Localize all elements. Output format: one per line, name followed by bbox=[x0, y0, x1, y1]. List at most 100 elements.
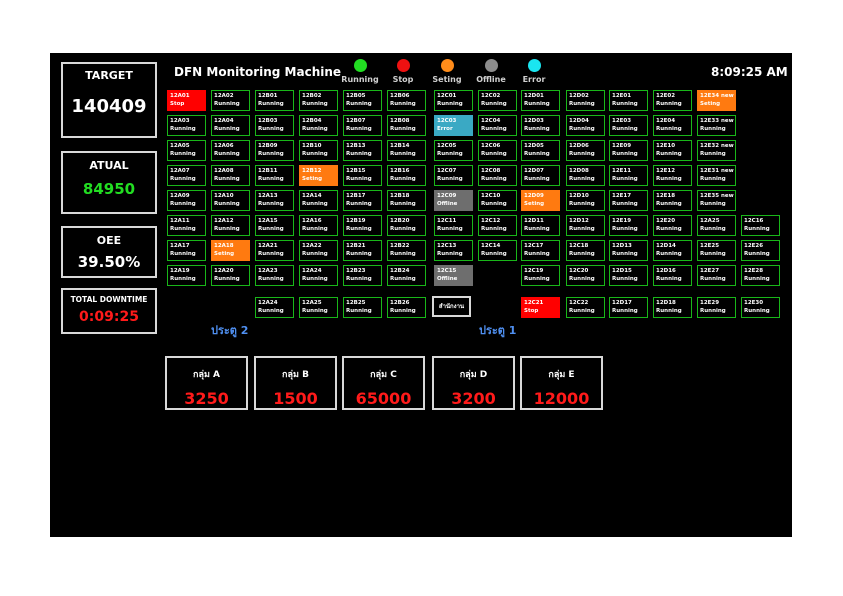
machine-cell[interactable]: 12C09 Offline bbox=[434, 190, 473, 211]
machine-cell[interactable]: 12C14 Running bbox=[478, 240, 517, 261]
machine-cell[interactable]: 12B02 Running bbox=[299, 90, 338, 111]
machine-cell[interactable]: 12C15 Offline bbox=[434, 265, 473, 286]
machine-cell[interactable]: 12B23 Running bbox=[343, 265, 382, 286]
machine-cell[interactable]: 12C19 Running bbox=[521, 265, 560, 286]
machine-cell[interactable]: 12B20 Running bbox=[387, 215, 426, 236]
machine-cell[interactable]: 12C13 Running bbox=[434, 240, 473, 261]
machine-cell[interactable]: 12B18 Running bbox=[387, 190, 426, 211]
machine-cell[interactable]: 12C04 Running bbox=[478, 115, 517, 136]
machine-cell[interactable]: 12B11 Running bbox=[255, 165, 294, 186]
machine-cell[interactable]: 12E02 Running bbox=[653, 90, 692, 111]
machine-cell[interactable]: 12E03 Running bbox=[609, 115, 648, 136]
machine-cell[interactable]: 12E20 Running bbox=[653, 215, 692, 236]
machine-cell[interactable]: 12E31 new Running bbox=[697, 165, 736, 186]
machine-cell[interactable]: 12D06 Running bbox=[566, 140, 605, 161]
machine-cell[interactable]: 12E01 Running bbox=[609, 90, 648, 111]
machine-cell[interactable]: 12E29 Running bbox=[697, 297, 736, 318]
machine-cell[interactable]: 12A06 Running bbox=[211, 140, 250, 161]
machine-cell[interactable]: 12C03 Error bbox=[434, 115, 473, 136]
machine-cell[interactable]: 12A07 Running bbox=[167, 165, 206, 186]
machine-cell[interactable]: 12B13 Running bbox=[343, 140, 382, 161]
machine-cell[interactable]: 12A12 Running bbox=[211, 215, 250, 236]
machine-cell[interactable]: 12B22 Running bbox=[387, 240, 426, 261]
machine-cell[interactable]: 12A25 Running bbox=[697, 215, 736, 236]
machine-cell[interactable]: 12B03 Running bbox=[255, 115, 294, 136]
machine-cell[interactable]: 12C10 Running bbox=[478, 190, 517, 211]
machine-cell[interactable]: 12A23 Running bbox=[255, 265, 294, 286]
machine-cell[interactable]: 12D18 Running bbox=[653, 297, 692, 318]
machine-cell[interactable]: 12E26 Running bbox=[741, 240, 780, 261]
machine-cell[interactable]: 12D16 Running bbox=[653, 265, 692, 286]
machine-cell[interactable]: 12E11 Running bbox=[609, 165, 648, 186]
machine-cell[interactable]: 12B08 Running bbox=[387, 115, 426, 136]
machine-cell[interactable]: 12B05 Running bbox=[343, 90, 382, 111]
machine-cell[interactable]: 12C07 Running bbox=[434, 165, 473, 186]
machine-cell[interactable]: 12D03 Running bbox=[521, 115, 560, 136]
machine-cell[interactable]: 12E33 new Running bbox=[697, 115, 736, 136]
machine-cell[interactable]: 12C06 Running bbox=[478, 140, 517, 161]
machine-cell[interactable]: 12C17 Running bbox=[521, 240, 560, 261]
machine-cell[interactable]: 12B15 Running bbox=[343, 165, 382, 186]
machine-cell[interactable]: 12E34 new Seting bbox=[697, 90, 736, 111]
machine-cell[interactable]: 12B19 Running bbox=[343, 215, 382, 236]
machine-cell[interactable]: 12B16 Running bbox=[387, 165, 426, 186]
machine-cell[interactable]: 12C12 Running bbox=[478, 215, 517, 236]
machine-cell[interactable]: 12C18 Running bbox=[566, 240, 605, 261]
machine-cell[interactable]: 12D15 Running bbox=[609, 265, 648, 286]
machine-cell[interactable]: 12E32 new Running bbox=[697, 140, 736, 161]
machine-cell[interactable]: 12B17 Running bbox=[343, 190, 382, 211]
machine-cell[interactable]: 12A18 Seting bbox=[211, 240, 250, 261]
machine-cell[interactable]: 12E28 Running bbox=[741, 265, 780, 286]
machine-cell[interactable]: 12A03 Running bbox=[167, 115, 206, 136]
machine-cell[interactable]: 12E35 new Running bbox=[697, 190, 736, 211]
machine-cell[interactable]: 12A15 Running bbox=[255, 215, 294, 236]
machine-cell[interactable]: 12D04 Running bbox=[566, 115, 605, 136]
machine-cell[interactable]: 12E27 Running bbox=[697, 265, 736, 286]
machine-cell[interactable]: 12B10 Running bbox=[299, 140, 338, 161]
machine-cell[interactable]: 12A09 Running bbox=[167, 190, 206, 211]
machine-cell[interactable]: 12B24 Running bbox=[387, 265, 426, 286]
machine-cell[interactable]: 12A04 Running bbox=[211, 115, 250, 136]
machine-cell[interactable]: 12C05 Running bbox=[434, 140, 473, 161]
machine-cell[interactable]: 12A24 Running bbox=[255, 297, 294, 318]
machine-cell[interactable]: 12A10 Running bbox=[211, 190, 250, 211]
machine-cell[interactable]: 12E10 Running bbox=[653, 140, 692, 161]
machine-cell[interactable]: 12D01 Running bbox=[521, 90, 560, 111]
machine-cell[interactable]: 12D10 Running bbox=[566, 190, 605, 211]
machine-cell[interactable]: 12A17 Running bbox=[167, 240, 206, 261]
machine-cell[interactable]: 12B26 Running bbox=[387, 297, 426, 318]
machine-cell[interactable]: 12E12 Running bbox=[653, 165, 692, 186]
machine-cell[interactable]: 12B04 Running bbox=[299, 115, 338, 136]
machine-cell[interactable]: 12A14 Running bbox=[299, 190, 338, 211]
machine-cell[interactable]: 12E19 Running bbox=[609, 215, 648, 236]
machine-cell[interactable]: 12A19 Running bbox=[167, 265, 206, 286]
machine-cell[interactable]: 12E17 Running bbox=[609, 190, 648, 211]
machine-cell[interactable]: 12D05 Running bbox=[521, 140, 560, 161]
machine-cell[interactable]: 12A05 Running bbox=[167, 140, 206, 161]
machine-cell[interactable]: 12A25 Running bbox=[299, 297, 338, 318]
machine-cell[interactable]: 12E30 Running bbox=[741, 297, 780, 318]
machine-cell[interactable]: 12B09 Running bbox=[255, 140, 294, 161]
machine-cell[interactable]: 12B06 Running bbox=[387, 90, 426, 111]
machine-cell[interactable]: 12D11 Running bbox=[521, 215, 560, 236]
machine-cell[interactable]: 12D13 Running bbox=[609, 240, 648, 261]
machine-cell[interactable]: 12E18 Running bbox=[653, 190, 692, 211]
machine-cell[interactable]: 12C20 Running bbox=[566, 265, 605, 286]
machine-cell[interactable]: 12B25 Running bbox=[343, 297, 382, 318]
machine-cell[interactable]: 12C21 Stop bbox=[521, 297, 560, 318]
machine-cell[interactable]: 12A11 Running bbox=[167, 215, 206, 236]
machine-cell[interactable]: 12B07 Running bbox=[343, 115, 382, 136]
machine-cell[interactable]: 12E04 Running bbox=[653, 115, 692, 136]
machine-cell[interactable]: 12A02 Running bbox=[211, 90, 250, 111]
machine-cell[interactable]: 12B14 Running bbox=[387, 140, 426, 161]
machine-cell[interactable]: 12E25 Running bbox=[697, 240, 736, 261]
machine-cell[interactable]: 12D09 Seting bbox=[521, 190, 560, 211]
machine-cell[interactable]: 12A13 Running bbox=[255, 190, 294, 211]
machine-cell[interactable]: 12B21 Running bbox=[343, 240, 382, 261]
machine-cell[interactable]: 12E09 Running bbox=[609, 140, 648, 161]
machine-cell[interactable]: 12C11 Running bbox=[434, 215, 473, 236]
machine-cell[interactable]: 12C22 Running bbox=[566, 297, 605, 318]
machine-cell[interactable]: 12D07 Running bbox=[521, 165, 560, 186]
machine-cell[interactable]: 12A22 Running bbox=[299, 240, 338, 261]
machine-cell[interactable]: 12B12 Seting bbox=[299, 165, 338, 186]
